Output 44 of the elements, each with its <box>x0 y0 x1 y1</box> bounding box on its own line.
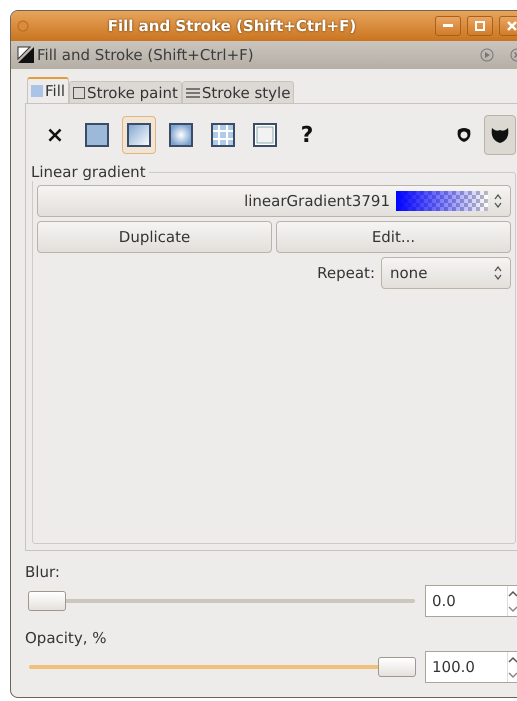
slider-thumb[interactable] <box>28 591 66 611</box>
spinbox-value: 100.0 <box>431 658 476 676</box>
close-icon <box>507 21 517 31</box>
blur-slider[interactable] <box>29 590 415 612</box>
play-icon[interactable] <box>479 47 495 63</box>
repeat-dropdown[interactable]: none <box>381 257 511 289</box>
tab[interactable]: Stroke paint <box>69 81 182 103</box>
slider-thumb[interactable] <box>378 657 416 677</box>
linear-gradient-icon <box>127 123 151 147</box>
blur-spinbox[interactable]: 0.0 <box>425 585 517 617</box>
swatch-icon <box>253 123 277 147</box>
gradient-dropdown[interactable]: linearGradient3791 <box>37 185 511 217</box>
lines-icon <box>186 86 200 98</box>
blur-label: Blur: <box>25 563 61 581</box>
nonzero-icon <box>491 126 509 144</box>
square-icon <box>73 86 86 98</box>
maximize-icon <box>475 21 485 31</box>
fill-rule-button[interactable] <box>484 115 516 155</box>
tab[interactable]: Stroke style <box>182 81 294 103</box>
dock-title: Fill and Stroke (Shift+Ctrl+F) <box>37 46 255 64</box>
gradient-action-button[interactable]: Edit... <box>276 221 511 253</box>
tab[interactable]: Fill <box>27 77 70 103</box>
opacity-spinbox[interactable]: 100.0 <box>425 651 517 683</box>
spinbox-value: 0.0 <box>431 592 457 610</box>
maximize-button[interactable] <box>467 16 493 36</box>
even-odd-icon <box>456 127 472 143</box>
pattern-icon <box>211 123 235 147</box>
radial-gradient-icon <box>169 123 193 147</box>
dropdown-arrows-icon <box>494 266 502 280</box>
repeat-label: Repeat: <box>317 264 375 282</box>
unset-paint-button[interactable]: ? <box>290 116 324 154</box>
linear-paint-button[interactable] <box>122 116 156 154</box>
frame-label: Linear gradient <box>31 163 149 181</box>
flat-color-icon <box>85 123 109 147</box>
fill-icon <box>31 85 43 97</box>
dropdown-arrows-icon <box>494 194 502 208</box>
minimize-icon <box>443 24 453 28</box>
opacity-label: Opacity, % <box>25 629 108 647</box>
opacity-slider[interactable] <box>29 656 415 678</box>
minimize-button[interactable] <box>435 16 461 36</box>
gradient-action-button[interactable]: Duplicate <box>37 221 272 253</box>
fill-stroke-icon <box>17 46 35 64</box>
window-title: Fill and Stroke (Shift+Ctrl+F) <box>106 17 358 35</box>
none-paint-button[interactable]: × <box>38 116 72 154</box>
